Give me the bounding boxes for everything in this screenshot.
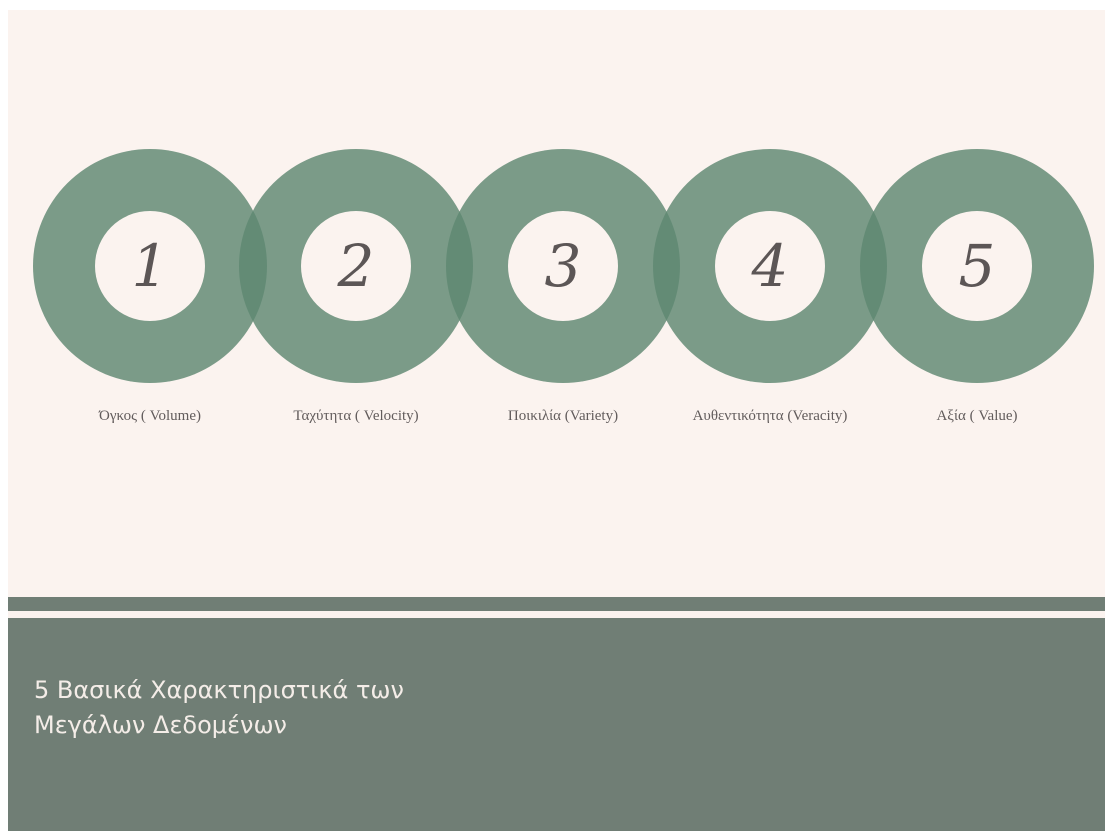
slide-title: 5 Βασικά Χαρακτηριστικά των Μεγάλων Δεδο…: [34, 673, 634, 743]
step-3-number: 3: [544, 232, 582, 300]
step-5-number: 5: [958, 232, 996, 300]
slide: 1 2 3 4 5 Όγκος ( Volume) Ταχύτητα ( Vel…: [8, 10, 1105, 831]
step-3-label: Ποικιλία (Variety): [507, 408, 619, 424]
slide-title-line-2: Μεγάλων Δεδομένων: [34, 711, 287, 739]
step-4-number: 4: [751, 232, 789, 300]
divider-stripe: [8, 597, 1105, 611]
title-panel: 5 Βασικά Χαρακτηριστικά των Μεγάλων Δεδο…: [8, 618, 1105, 831]
step-2-label: Ταχύτητα ( Velocity): [293, 408, 419, 424]
step-2-number: 2: [337, 232, 375, 300]
step-4-label: Αυθεντικότητα (Veracity): [692, 408, 848, 424]
step-1-label: Όγκος ( Volume): [98, 408, 201, 424]
step-1-number: 1: [131, 232, 169, 300]
step-5-label: Αξία ( Value): [936, 408, 1018, 424]
slide-title-line-1: 5 Βασικά Χαρακτηριστικά των: [34, 676, 404, 704]
